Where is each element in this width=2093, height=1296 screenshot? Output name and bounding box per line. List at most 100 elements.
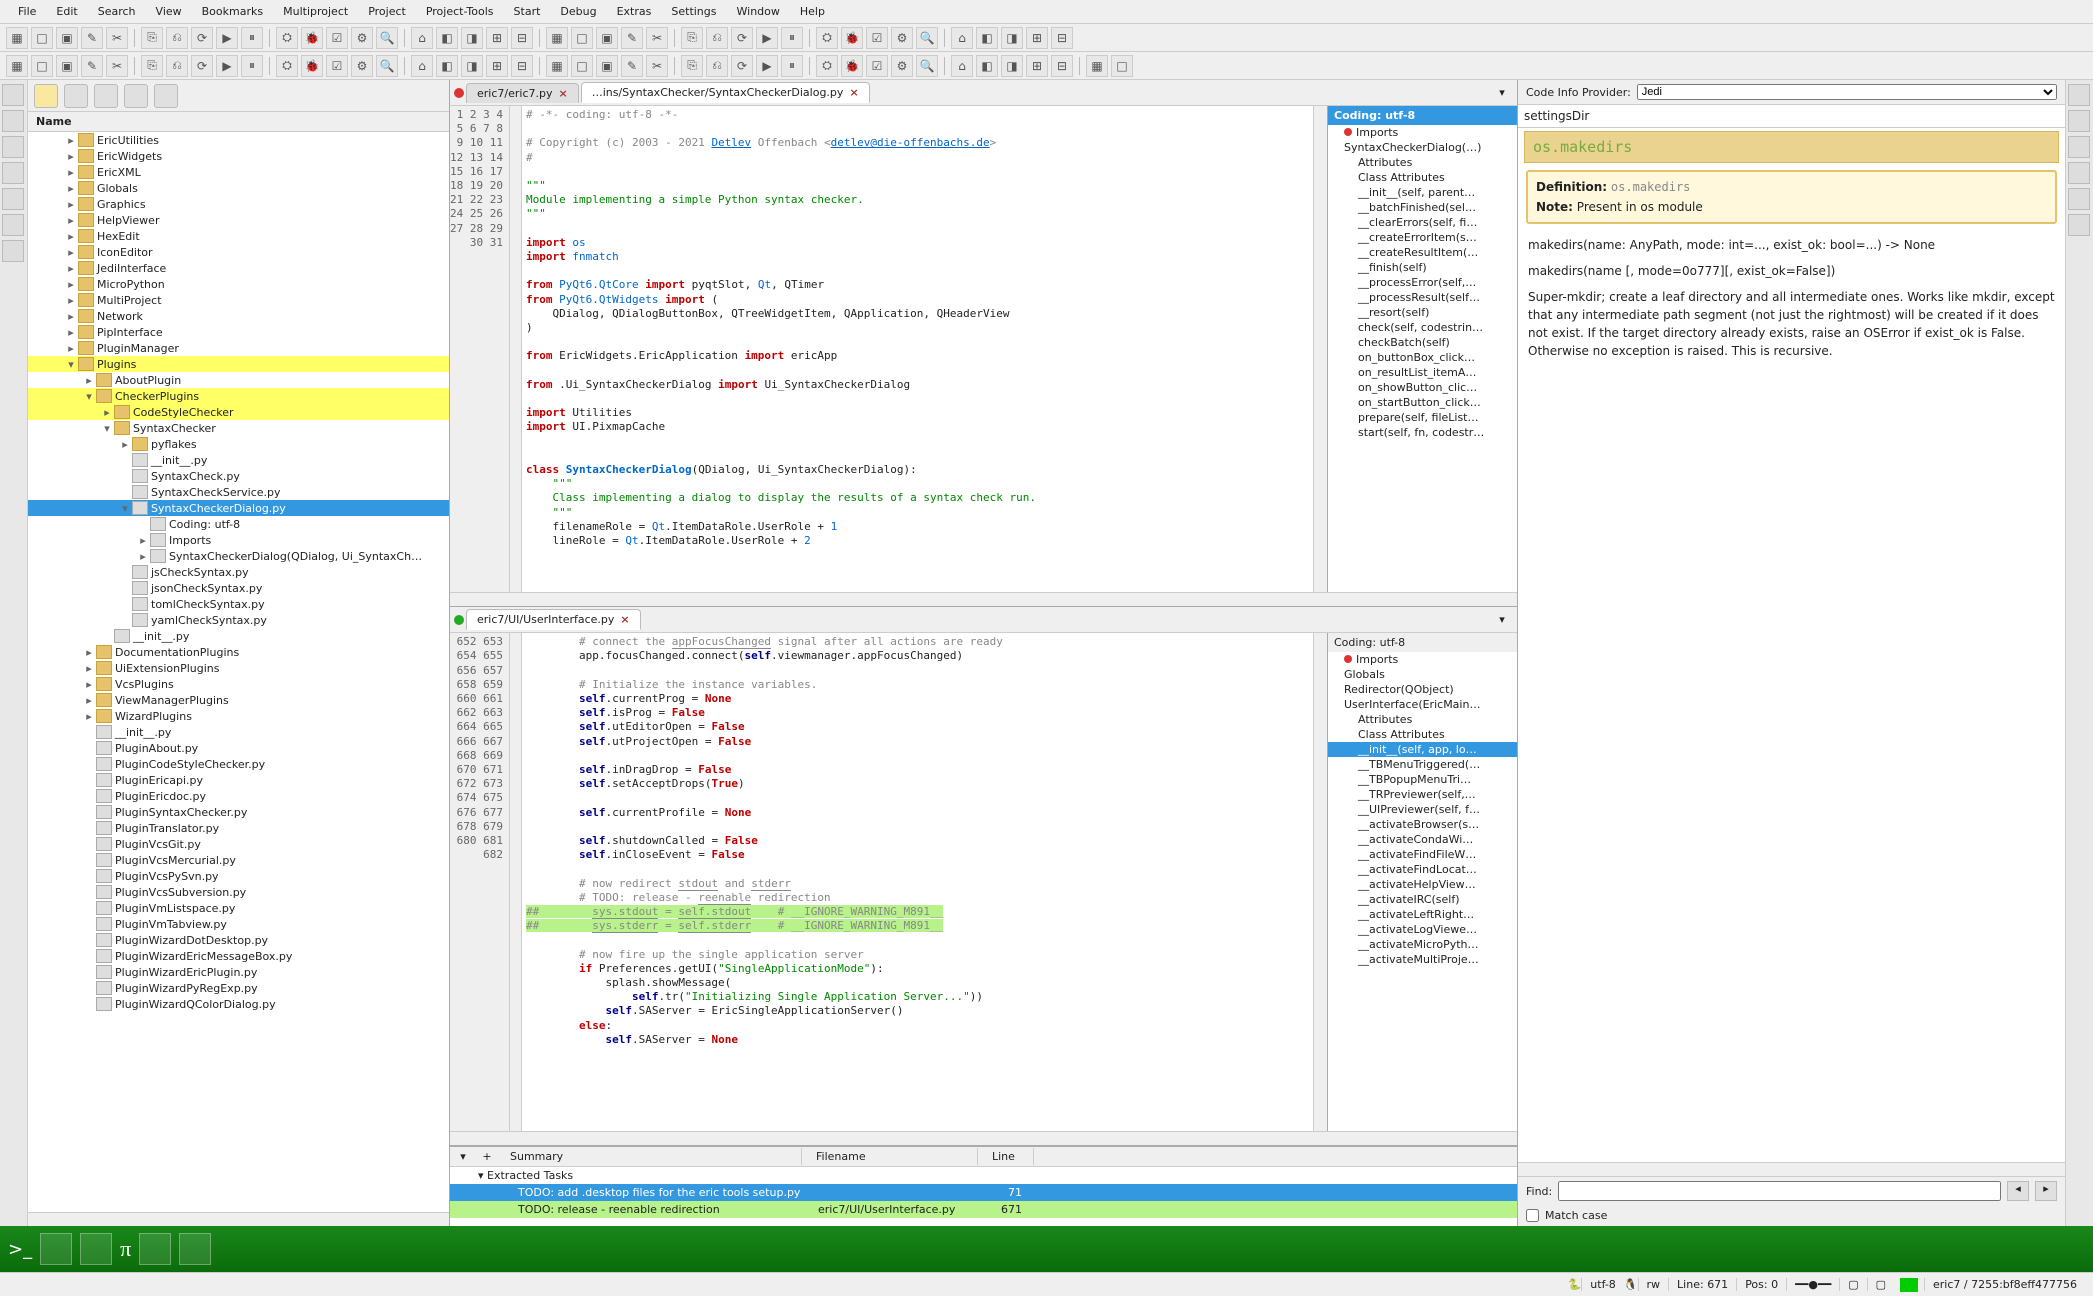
toolbar-btn-41[interactable]: □ [1111, 55, 1133, 77]
menu-project-tools[interactable]: Project-Tools [416, 2, 504, 21]
toolbar-btn-38[interactable]: ⊞ [1026, 55, 1048, 77]
outline-item[interactable]: prepare(self, fileList… [1328, 410, 1517, 425]
tree-item-pluginvcsmercurial-py[interactable]: PluginVcsMercurial.py [28, 852, 449, 868]
toolbar-btn-35[interactable]: ⌂ [951, 27, 973, 49]
toolbar-btn-7[interactable]: ⟳ [191, 55, 213, 77]
toolbar-btn-13[interactable]: ⚙ [351, 55, 373, 77]
outline-item[interactable]: checkBatch(self) [1328, 335, 1517, 350]
toolbar-btn-4[interactable]: ✂ [106, 55, 128, 77]
project-tree[interactable]: ▸EricUtilities▸EricWidgets▸EricXML▸Globa… [28, 132, 449, 1212]
outline-item[interactable]: check(self, codestrin… [1328, 320, 1517, 335]
toolbar-btn-8[interactable]: ▶ [216, 27, 238, 49]
status-zoom-slider[interactable]: ━━●━━ [1786, 1278, 1839, 1291]
tree-item-globals[interactable]: ▸Globals [28, 180, 449, 196]
expand-icon[interactable]: ▸ [118, 438, 132, 451]
tree-item-checkerplugins[interactable]: ▾CheckerPlugins [28, 388, 449, 404]
bottombar-btn-clock-icon[interactable] [139, 1233, 171, 1265]
task-row[interactable]: TODO: release - reenable redirectioneric… [450, 1201, 1517, 1218]
toolbar-btn-16[interactable]: ◧ [436, 55, 458, 77]
toolbar-btn-3[interactable]: ✎ [81, 27, 103, 49]
editor1-tab-eric7[interactable]: eric7/eric7.py × [466, 83, 579, 103]
tasks-col-summary[interactable]: Summary [502, 1148, 802, 1165]
outline-item[interactable]: UserInterface(EricMain… [1328, 697, 1517, 712]
toolbar-btn-26[interactable]: ⎌ [706, 55, 728, 77]
tree-item-pluginericapi-py[interactable]: PluginEricapi.py [28, 772, 449, 788]
expand-icon[interactable]: ▸ [136, 534, 150, 547]
tree-item-pluginwizardericplugin-py[interactable]: PluginWizardEricPlugin.py [28, 964, 449, 980]
expand-icon[interactable]: ▾ [82, 390, 96, 403]
tree-item-micropython[interactable]: ▸MicroPython [28, 276, 449, 292]
menu-edit[interactable]: Edit [46, 2, 87, 21]
rail-files-icon[interactable] [2, 110, 24, 132]
tree-item-pluginwizardpyregexp-py[interactable]: PluginWizardPyRegExp.py [28, 980, 449, 996]
toolbar-btn-25[interactable]: ⎘ [681, 55, 703, 77]
tree-item-multiproject[interactable]: ▸MultiProject [28, 292, 449, 308]
expand-icon[interactable]: ▸ [82, 694, 96, 707]
toolbar-btn-19[interactable]: ⊟ [511, 55, 533, 77]
tree-item-plugins[interactable]: ▾Plugins [28, 356, 449, 372]
toolbar-btn-29[interactable]: ⏸ [781, 27, 803, 49]
outline-item[interactable]: Attributes [1328, 155, 1517, 170]
editor2-tab-userinterface[interactable]: eric7/UI/UserInterface.py × [466, 609, 641, 630]
toolbar-btn-39[interactable]: ⊟ [1051, 55, 1073, 77]
expand-icon[interactable]: ▸ [64, 326, 78, 339]
outline-item[interactable]: __TBPopupMenuTri… [1328, 772, 1517, 787]
bottombar-btn-translate-icon[interactable] [179, 1233, 211, 1265]
outline-item[interactable]: __clearErrors(self, fi… [1328, 215, 1517, 230]
bottombar-pi-icon[interactable]: π [120, 1236, 131, 1262]
expand-icon[interactable]: ▸ [64, 278, 78, 291]
tree-item-documentationplugins[interactable]: ▸DocumentationPlugins [28, 644, 449, 660]
tree-item-helpviewer[interactable]: ▸HelpViewer [28, 212, 449, 228]
close-icon[interactable]: × [849, 86, 858, 99]
toolbar-btn-32[interactable]: ☑ [866, 27, 888, 49]
expand-icon[interactable]: ▸ [64, 198, 78, 211]
tree-item-syntaxcheckerdialog-py[interactable]: ▾SyntaxCheckerDialog.py [28, 500, 449, 516]
outline-item[interactable]: __createErrorItem(s… [1328, 230, 1517, 245]
outline-item[interactable]: __batchFinished(sel… [1328, 200, 1517, 215]
outline-item[interactable]: __activateLeftRight… [1328, 907, 1517, 922]
outline-item[interactable]: __UIPreviewer(self, f… [1328, 802, 1517, 817]
tree-item-pluginwizarddotdesktop-py[interactable]: PluginWizardDotDesktop.py [28, 932, 449, 948]
toolbar-btn-30[interactable]: ⛭ [816, 55, 838, 77]
toolbar-btn-36[interactable]: ◧ [976, 55, 998, 77]
menu-bookmarks[interactable]: Bookmarks [192, 2, 273, 21]
tree-item-hexedit[interactable]: ▸HexEdit [28, 228, 449, 244]
toolbar-btn-28[interactable]: ▶ [756, 27, 778, 49]
tree-item-plugintranslator-py[interactable]: PluginTranslator.py [28, 820, 449, 836]
expand-icon[interactable]: ▾ [64, 358, 78, 371]
outline-item[interactable]: on_startButton_click… [1328, 395, 1517, 410]
outline-item[interactable]: Imports [1328, 125, 1517, 140]
outline-item[interactable]: Class Attributes [1328, 727, 1517, 742]
menu-start[interactable]: Start [504, 2, 551, 21]
expand-icon[interactable]: ▸ [64, 230, 78, 243]
tree-item-wizardplugins[interactable]: ▸WizardPlugins [28, 708, 449, 724]
tree-item-codestylechecker[interactable]: ▸CodeStyleChecker [28, 404, 449, 420]
rail-vcs-icon[interactable] [2, 188, 24, 210]
rail-python-icon[interactable] [2068, 162, 2090, 184]
toolbar-btn-39[interactable]: ⊟ [1051, 27, 1073, 49]
outline-item[interactable]: __activateMultiProje… [1328, 952, 1517, 967]
editor2-code[interactable]: # connect the appFocusChanged signal aft… [522, 633, 1313, 1131]
close-icon[interactable]: × [558, 87, 567, 100]
tree-item-plugincodestylechecker-py[interactable]: PluginCodeStyleChecker.py [28, 756, 449, 772]
expand-icon[interactable]: ▸ [64, 294, 78, 307]
menu-view[interactable]: View [146, 2, 192, 21]
tree-item--init-py[interactable]: __init__.py [28, 452, 449, 468]
toolbar-btn-21[interactable]: □ [571, 55, 593, 77]
tree-item-imports[interactable]: ▸Imports [28, 532, 449, 548]
toolbar-btn-8[interactable]: ▶ [216, 55, 238, 77]
outline-item[interactable]: __activateCondaWi… [1328, 832, 1517, 847]
toolbar-btn-32[interactable]: ☑ [866, 55, 888, 77]
editor1-code[interactable]: # -*- coding: utf-8 -*- # Copyright (c) … [522, 106, 1313, 592]
expand-icon[interactable]: ▸ [64, 342, 78, 355]
toolbar-btn-34[interactable]: 🔍 [916, 27, 938, 49]
editor2-tab-menu-icon[interactable]: ▾ [1493, 613, 1511, 626]
outline-item[interactable]: __init__(self, app, lo… [1328, 742, 1517, 757]
sidebar-tab-resources-icon[interactable] [94, 84, 118, 108]
toolbar-btn-37[interactable]: ◨ [1001, 27, 1023, 49]
tasks-col-line[interactable]: Line [984, 1148, 1034, 1165]
menu-settings[interactable]: Settings [661, 2, 726, 21]
bottombar-btn-log-icon[interactable] [80, 1233, 112, 1265]
tree-item-network[interactable]: ▸Network [28, 308, 449, 324]
rail-search-icon[interactable] [2, 136, 24, 158]
